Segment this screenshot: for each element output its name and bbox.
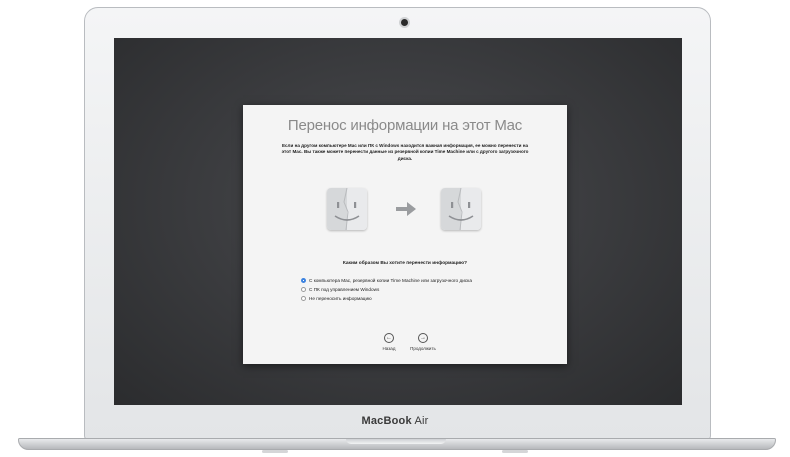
device-brand-label: MacBook Air	[0, 415, 790, 427]
option-label: С компьютера Mac, резервной копии Time M…	[309, 278, 472, 283]
finder-icon	[327, 188, 367, 230]
transfer-question: Каким образом Вы хотите перенести информ…	[342, 261, 468, 266]
model-name: Air	[414, 415, 429, 427]
back-arrow-icon: ←	[384, 333, 394, 343]
transfer-options: С компьютера Mac, резервной копии Time M…	[301, 276, 551, 303]
radio-selected-icon[interactable]	[301, 278, 306, 283]
laptop-foot	[262, 450, 288, 453]
forward-arrow-icon: →	[418, 333, 428, 343]
description-text: Если на другом компьютере Mac или ПК с W…	[281, 143, 529, 161]
option-label: С ПК под управлением Windows	[309, 287, 380, 292]
window-title: Перенос информации на этот Mac	[287, 117, 523, 134]
continue-label: Продолжить	[410, 346, 436, 351]
camera-icon	[401, 19, 408, 26]
radio-icon[interactable]	[301, 287, 306, 292]
laptop-foot	[502, 450, 528, 453]
back-button[interactable]: ← Назад	[372, 333, 406, 355]
hinge-notch	[346, 439, 446, 444]
radio-icon[interactable]	[301, 296, 306, 301]
option-do-not-transfer[interactable]: Не переносить информацию	[301, 294, 551, 303]
finder-icon	[441, 188, 481, 230]
right-arrow-icon	[396, 202, 416, 216]
continue-button[interactable]: → Продолжить	[406, 333, 440, 355]
option-from-mac[interactable]: С компьютера Mac, резервной копии Time M…	[301, 276, 551, 285]
back-label: Назад	[382, 346, 396, 351]
option-label: Не переносить информацию	[309, 296, 372, 301]
brand-name: MacBook	[361, 415, 412, 427]
migration-assistant-window: Перенос информации на этот Mac Если на д…	[243, 105, 567, 364]
option-from-windows[interactable]: С ПК под управлением Windows	[301, 285, 551, 294]
